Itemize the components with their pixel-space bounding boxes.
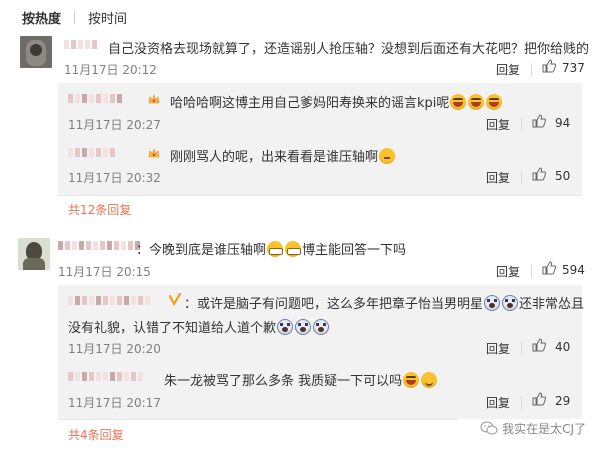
laugh-emoji-icon [468, 94, 485, 110]
grin-emoji-icon [285, 241, 302, 257]
tab-sort-hot[interactable]: 按热度 [22, 8, 61, 27]
thinking-emoji-icon [379, 148, 396, 164]
thumb-up-icon[interactable] [532, 392, 546, 406]
shocked-emoji-icon [295, 319, 312, 335]
comment-time: 11月17日 20:15 [58, 265, 151, 279]
username-masked[interactable] [64, 40, 97, 49]
reply-text-line2: 没有礼貌，认错了不知道给人道个歉 [68, 317, 330, 336]
reply-list-divider [58, 419, 458, 420]
like-count: 40 [555, 340, 571, 354]
username-masked[interactable] [68, 94, 122, 103]
reply-text-content: ：或许是脑子有问题吧，这么多年把章子怡当男明星 [184, 297, 484, 312]
like-count: 594 [562, 263, 585, 277]
reply-text-after: 还非常怂且 [519, 297, 585, 312]
reply-text-content: 朱一龙被骂了那么多条 我质疑一下可以吗 [164, 374, 403, 389]
laugh-emoji-icon [486, 94, 503, 110]
reply-time: 11月17日 20:20 [68, 342, 161, 356]
shocked-emoji-icon [277, 319, 294, 335]
laugh-emoji-icon [450, 94, 467, 110]
reply-button[interactable]: 回复 [486, 116, 510, 133]
grin-emoji-icon [267, 241, 284, 257]
action-divider [521, 342, 522, 355]
comment-text: ：今晚到底是谁压轴啊 博主能回答一下吗 [136, 239, 406, 258]
avatar[interactable] [20, 36, 52, 68]
reply-button[interactable]: 回复 [486, 169, 510, 186]
tab-divider [74, 10, 76, 24]
like-count: 94 [555, 116, 571, 130]
username-masked[interactable] [68, 372, 143, 381]
smile-emoji-icon [421, 372, 438, 388]
thumb-up-icon[interactable] [542, 59, 556, 73]
action-divider [521, 396, 522, 409]
more-replies-link[interactable]: 共4条回复 [68, 426, 124, 443]
reply-text-content: 刚刚骂人的呢，出来看看是谁压轴啊 [170, 150, 379, 165]
thumb-up-icon[interactable] [532, 114, 546, 128]
reply-button[interactable]: 回复 [486, 340, 510, 357]
action-divider [521, 118, 522, 131]
like-count: 29 [555, 394, 571, 408]
crown-icon [148, 148, 160, 158]
reply-text: 朱一龙被骂了那么多条 我质疑一下可以吗 [164, 370, 438, 389]
reply-text-content: 哈哈哈啊这博主用自己爹妈阳寿换来的谣言kpi呢 [170, 96, 450, 111]
watermark: 我实在是太CJ了 [480, 420, 586, 437]
comment-text: 自己没资格去现场就算了，还造谣别人抢压轴？没想到后面还有大花吧？把你给贱的 [108, 42, 590, 57]
thumb-up-icon[interactable] [542, 261, 556, 275]
like-count: 737 [562, 61, 585, 75]
comment-text-before: ：今晚到底是谁压轴啊 [136, 243, 267, 258]
verified-v-icon [168, 293, 182, 307]
reply-button[interactable]: 回复 [496, 61, 520, 78]
sort-tabs: 按热度 按时间 [22, 8, 127, 27]
wechat-icon [480, 421, 498, 435]
shocked-emoji-icon [313, 319, 330, 335]
reply-text: 刚刚骂人的呢，出来看看是谁压轴啊 [170, 146, 396, 165]
avatar[interactable] [18, 238, 50, 270]
reply-text: 哈哈哈啊这博主用自己爹妈阳寿换来的谣言kpi呢 [170, 92, 503, 111]
reply-list-divider [58, 195, 582, 196]
shocked-emoji-icon [502, 295, 519, 311]
shocked-emoji-icon [484, 295, 501, 311]
crown-icon [148, 94, 160, 104]
thumb-up-icon[interactable] [532, 167, 546, 181]
reply-button[interactable]: 回复 [486, 394, 510, 411]
action-divider [521, 171, 522, 184]
action-divider [531, 265, 532, 278]
username-masked[interactable] [68, 296, 150, 305]
watermark-text: 我实在是太CJ了 [502, 422, 586, 436]
reply-time: 11月17日 20:32 [68, 171, 161, 185]
username-masked[interactable] [58, 241, 140, 250]
reply-button[interactable]: 回复 [496, 263, 520, 280]
username-masked[interactable] [68, 148, 115, 157]
comment-text-after: 博主能回答一下吗 [302, 243, 407, 258]
reply-time: 11月17日 20:17 [68, 396, 161, 410]
comment-time: 11月17日 20:12 [64, 63, 157, 77]
like-count: 50 [555, 169, 571, 183]
more-replies-link[interactable]: 共12条回复 [68, 201, 131, 218]
reply-time: 11月17日 20:27 [68, 118, 161, 132]
reply-text-content: 没有礼貌，认错了不知道给人道个歉 [68, 321, 277, 336]
tab-sort-time[interactable]: 按时间 [88, 8, 127, 27]
laugh-emoji-icon [403, 372, 420, 388]
reply-text-line1: ：或许是脑子有问题吧，这么多年把章子怡当男明星 还非常怂且 [184, 293, 584, 312]
action-divider [531, 63, 532, 76]
thumb-up-icon[interactable] [532, 338, 546, 352]
